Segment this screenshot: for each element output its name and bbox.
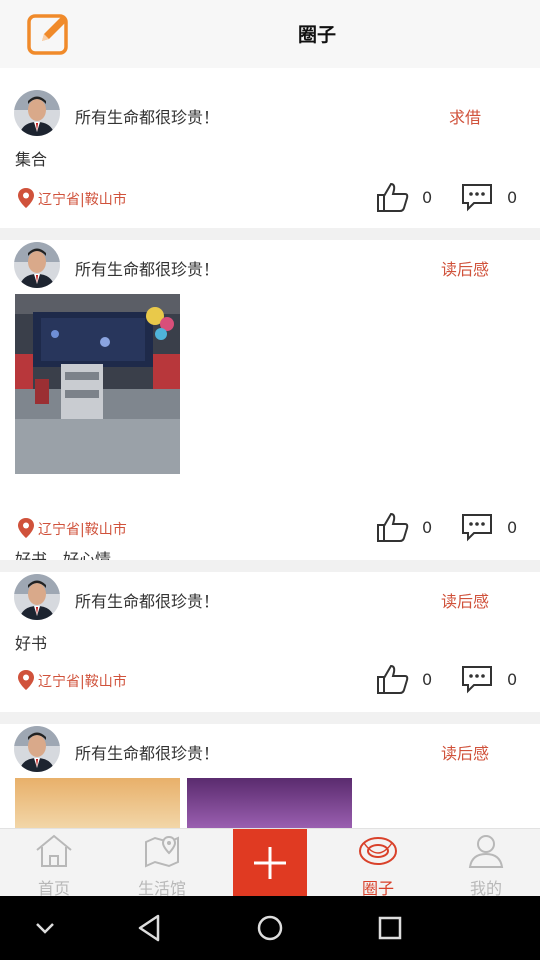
post-username[interactable]: 所有生命都很珍贵！: [75, 256, 219, 280]
comment-icon[interactable]: [460, 182, 494, 212]
tab-life-hall[interactable]: 生活馆: [108, 829, 216, 898]
like-count: 0: [422, 518, 433, 537]
circle-eye-icon: [359, 837, 397, 865]
post-card[interactable]: 所有生命都很珍贵！ 读后感: [0, 724, 540, 828]
post-category-tag[interactable]: 读后感: [422, 740, 508, 764]
system-nav-bar: [0, 896, 540, 960]
location-text: 辽宁省|鞍山市: [38, 192, 127, 208]
post-category-tag[interactable]: 读后感: [422, 256, 508, 280]
post-divider: [0, 712, 540, 724]
home-circle-icon[interactable]: [254, 912, 286, 944]
post-text: 好书: [15, 634, 48, 653]
avatar[interactable]: [14, 242, 60, 288]
post-photo[interactable]: [187, 778, 352, 828]
thumbs-up-icon[interactable]: [376, 663, 410, 695]
thumbs-up-icon[interactable]: [376, 181, 410, 213]
location-pin-icon: [18, 518, 34, 538]
page-title: 圈子: [297, 24, 336, 46]
map-pin-icon: [145, 835, 179, 868]
post-text: 集合: [15, 150, 48, 169]
thumbs-up-icon[interactable]: [376, 511, 410, 543]
top-header: 圈子: [0, 0, 540, 68]
add-post-button[interactable]: [233, 829, 307, 897]
post-feed[interactable]: 所有生命都很珍贵！ 求借 集合 辽宁省|鞍山市 0 0 所有生命都很珍贵！ 读后…: [0, 68, 540, 828]
comment-count: 0: [507, 188, 518, 207]
post-username[interactable]: 所有生命都很珍贵！: [75, 104, 219, 128]
like-count: 0: [422, 188, 433, 207]
post-username[interactable]: 所有生命都很珍贵！: [75, 588, 219, 612]
back-icon[interactable]: [134, 912, 166, 944]
location-pin-icon: [18, 670, 34, 690]
avatar[interactable]: [14, 90, 60, 136]
location-text: 辽宁省|鞍山市: [38, 674, 127, 690]
comment-icon[interactable]: [460, 512, 494, 542]
user-icon: [468, 835, 504, 868]
comment-count: 0: [507, 670, 518, 689]
home-icon: [36, 834, 72, 867]
post-card[interactable]: 所有生命都很珍贵！ 求借 集合 辽宁省|鞍山市 0 0: [0, 68, 540, 228]
post-category-tag[interactable]: 求借: [422, 104, 508, 128]
tab-mine[interactable]: 我的: [432, 829, 540, 898]
chevron-down-icon[interactable]: [29, 912, 61, 944]
location-text: 辽宁省|鞍山市: [38, 522, 127, 538]
post-card[interactable]: 所有生命都很珍贵！ 读后感 好书 辽宁省|鞍山市 0 0: [0, 572, 540, 712]
post-username[interactable]: 所有生命都很珍贵！: [75, 740, 219, 764]
tab-home[interactable]: 首页: [0, 829, 108, 898]
avatar[interactable]: [14, 574, 60, 620]
tab-circle[interactable]: 圈子: [324, 829, 432, 898]
post-category-tag[interactable]: 读后感: [422, 588, 508, 612]
location-pin-icon: [18, 188, 34, 208]
post-divider: [0, 228, 540, 240]
avatar[interactable]: [14, 726, 60, 772]
bottom-tab-bar: 首页 生活馆 圈子 我的: [0, 828, 540, 898]
comment-icon[interactable]: [460, 664, 494, 694]
like-count: 0: [422, 670, 433, 689]
post-photo[interactable]: [15, 778, 180, 828]
post-divider: [0, 560, 540, 572]
post-photo[interactable]: [15, 294, 180, 474]
plus-icon: [254, 847, 286, 879]
comment-count: 0: [507, 518, 518, 537]
recents-icon[interactable]: [374, 912, 406, 944]
